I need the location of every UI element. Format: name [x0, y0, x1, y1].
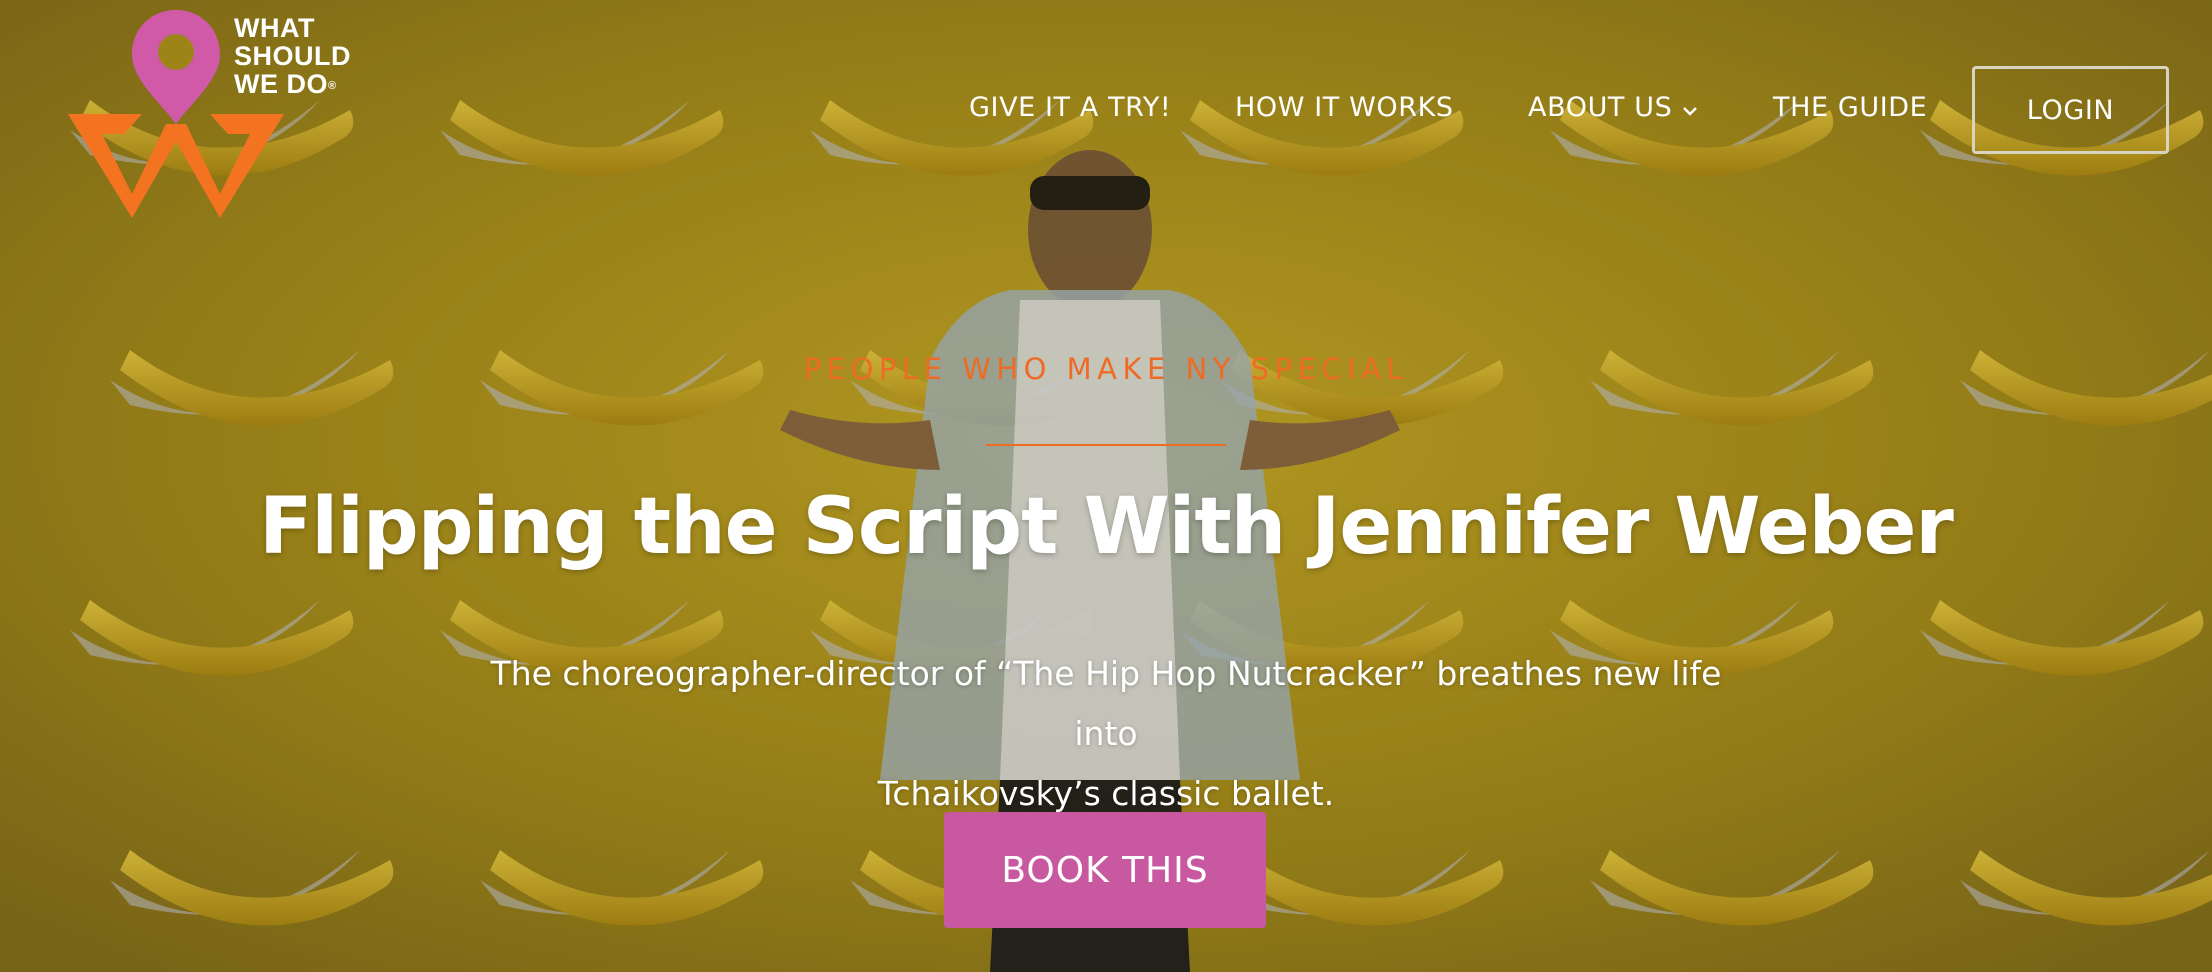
chevron-down-icon	[1682, 93, 1698, 124]
nav-item-give-it-a-try[interactable]: GIVE IT A TRY!	[969, 92, 1171, 123]
nav-item-the-guide[interactable]: THE GUIDE	[1773, 92, 1927, 123]
hero-subtitle: The choreographer-director of “The Hip H…	[456, 644, 1756, 824]
hero-subtitle-line-1: The choreographer-director of “The Hip H…	[490, 654, 1722, 753]
page-title: Flipping the Script With Jennifer Weber	[259, 482, 1954, 572]
main-nav: GIVE IT A TRY! HOW IT WORKS ABOUT US THE…	[0, 66, 2212, 156]
hero-divider	[986, 444, 1226, 446]
hero-eyebrow: PEOPLE WHO MAKE NY SPECIAL	[803, 352, 1409, 386]
book-this-button[interactable]: BOOK THIS	[944, 812, 1266, 928]
login-button[interactable]: LOGIN	[1972, 66, 2169, 154]
nav-item-about-us-label: ABOUT US	[1528, 92, 1673, 123]
logo-line-1: WHAT	[234, 13, 315, 43]
nav-item-about-us[interactable]: ABOUT US	[1528, 92, 1698, 124]
hero-subtitle-line-2: Tchaikovsky’s classic ballet.	[877, 774, 1335, 813]
nav-item-how-it-works[interactable]: HOW IT WORKS	[1235, 92, 1454, 123]
